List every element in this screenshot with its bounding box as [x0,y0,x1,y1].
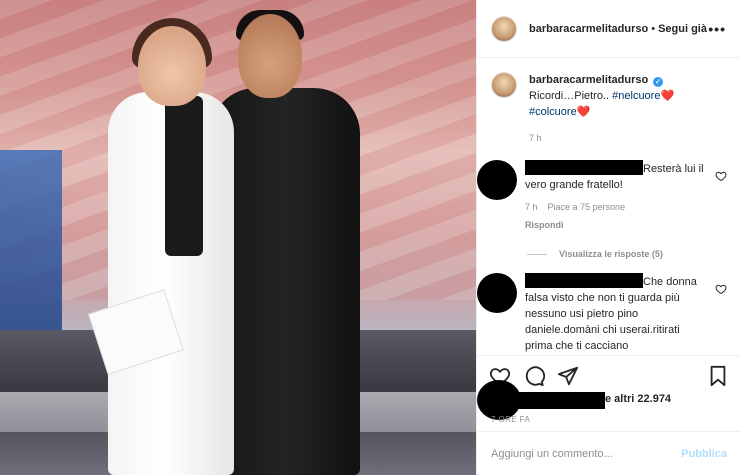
comment-time: 7 h [525,202,538,212]
redacted-username [525,160,643,175]
stage-screen [0,150,62,350]
post-header: barbaracarmelitadurso • Segui già ••• [477,0,740,58]
redacted-username [525,273,643,288]
comment-heart-icon[interactable] [715,170,727,182]
following-button[interactable]: Segui già [658,23,707,35]
heart-emoji-1: ❤️ [660,90,675,102]
man-head [238,14,302,98]
post-side-panel: barbaracarmelitadurso • Segui già ••• ba… [476,0,740,475]
likes-count[interactable]: e altri 22.974 [605,393,671,405]
view-replies-label: Visualizza le risposte (5) [559,249,663,259]
comment-input[interactable] [491,447,682,460]
caption-text: Ricordi…Pietro.. [529,90,610,102]
hashtag-nelcuore[interactable]: #nelcuore [612,90,660,102]
comment-meta: 7 h Piace a 75 persone [525,199,705,215]
post-photo[interactable] [0,0,476,475]
instagram-post: barbaracarmelitadurso • Segui già ••• ba… [0,0,740,475]
caption-avatar[interactable] [491,72,517,98]
header-separator: • [651,22,656,35]
view-replies-button[interactable]: Visualizza le risposte (5) [491,249,727,259]
caption-username[interactable]: barbaracarmelitadurso [529,74,648,86]
comment-item: Resterà lui il vero grande fratello! 7 h… [477,160,727,233]
more-options-icon[interactable]: ••• [708,21,726,37]
author-username[interactable]: barbaracarmelitadurso [529,23,648,35]
redacted-avatar [477,160,517,200]
redacted-avatar [477,273,517,313]
woman-head [138,26,206,106]
redacted-liker-name [507,392,605,409]
reply-button[interactable]: Rispondi [525,217,705,233]
comments-list[interactable]: barbaracarmelitadurso ✓ Ricordi…Pietro..… [477,58,740,355]
publish-button[interactable]: Pubblica [681,448,727,460]
heart-emoji-2: ❤️ [576,106,591,118]
comment-item: Che donna falsa visto che non ti guarda … [477,273,727,354]
caption-time: 7 h [529,133,542,143]
likes-section: e altri 22.974 7 ORE FA [477,378,740,430]
comment-body: Che donna falsa visto che non ti guarda … [525,273,705,354]
add-comment-bar: Pubblica [477,431,740,475]
woman-shirt [165,96,203,256]
post-time: 7 ORE FA [491,415,531,424]
comment-heart-icon[interactable] [715,283,727,295]
comment-body: Resterà lui il vero grande fratello! 7 h… [525,160,705,233]
post-caption: barbaracarmelitadurso ✓ Ricordi…Pietro..… [491,72,727,146]
comment-likes[interactable]: Piace a 75 persone [548,199,626,215]
verified-badge-icon: ✓ [653,77,664,87]
hashtag-colcuore[interactable]: #colcuore [529,106,577,118]
caption-body: barbaracarmelitadurso ✓ Ricordi…Pietro..… [529,72,674,146]
replies-divider [527,253,547,255]
author-avatar[interactable] [491,15,517,42]
